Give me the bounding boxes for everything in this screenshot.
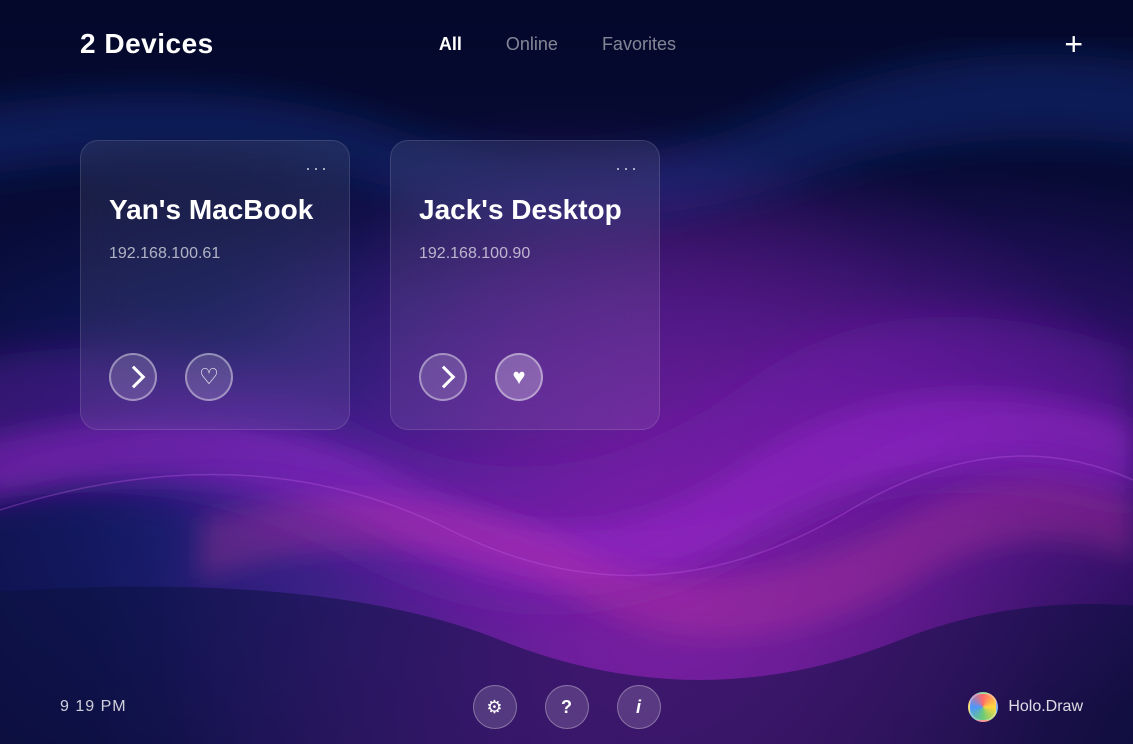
device-card-macbook[interactable]: ··· Yan's MacBook 192.168.100.61 — [80, 140, 350, 430]
clock-display: 9 19 PM — [60, 698, 127, 716]
favorite-button-macbook[interactable] — [185, 353, 233, 401]
help-icon — [561, 697, 572, 718]
connect-button-desktop[interactable] — [419, 353, 467, 401]
filter-nav: All Online Favorites — [437, 30, 678, 59]
chevron-right-icon-2 — [433, 366, 456, 389]
info-button[interactable] — [617, 685, 661, 729]
nav-all[interactable]: All — [437, 30, 464, 59]
heart-icon-desktop — [512, 364, 525, 390]
card-actions-desktop — [419, 303, 635, 401]
card-menu-desktop[interactable]: ··· — [615, 159, 639, 177]
device-ip-desktop: 192.168.100.90 — [419, 245, 635, 263]
card-menu-macbook[interactable]: ··· — [305, 159, 329, 177]
devices-grid: ··· Yan's MacBook 192.168.100.61 ··· Jac… — [0, 80, 1133, 676]
info-icon — [636, 697, 641, 718]
add-device-button[interactable]: + — [1064, 28, 1083, 60]
device-name-desktop: Jack's Desktop — [419, 193, 635, 227]
nav-favorites[interactable]: Favorites — [600, 30, 678, 59]
card-actions-macbook — [109, 303, 325, 401]
favorite-button-desktop[interactable] — [495, 353, 543, 401]
gear-icon — [486, 697, 502, 718]
header: 2 Devices All Online Favorites + — [0, 0, 1133, 80]
help-button[interactable] — [545, 685, 589, 729]
nav-online[interactable]: Online — [504, 30, 560, 59]
footer-action-icons — [473, 685, 661, 729]
heart-icon-macbook — [199, 364, 219, 390]
settings-button[interactable] — [473, 685, 517, 729]
device-ip-macbook: 192.168.100.61 — [109, 245, 325, 263]
app-content: 2 Devices All Online Favorites + ··· Yan… — [0, 0, 1133, 744]
chevron-right-icon — [123, 366, 146, 389]
footer: 9 19 PM Holo.Draw — [0, 676, 1133, 744]
brand-logo: Holo.Draw — [968, 692, 1083, 722]
device-name-macbook: Yan's MacBook — [109, 193, 325, 227]
device-card-desktop[interactable]: ··· Jack's Desktop 192.168.100.90 — [390, 140, 660, 430]
connect-button-macbook[interactable] — [109, 353, 157, 401]
device-count: 2 Devices — [80, 28, 214, 60]
brand-name: Holo.Draw — [1008, 698, 1083, 716]
brand-icon — [968, 692, 998, 722]
